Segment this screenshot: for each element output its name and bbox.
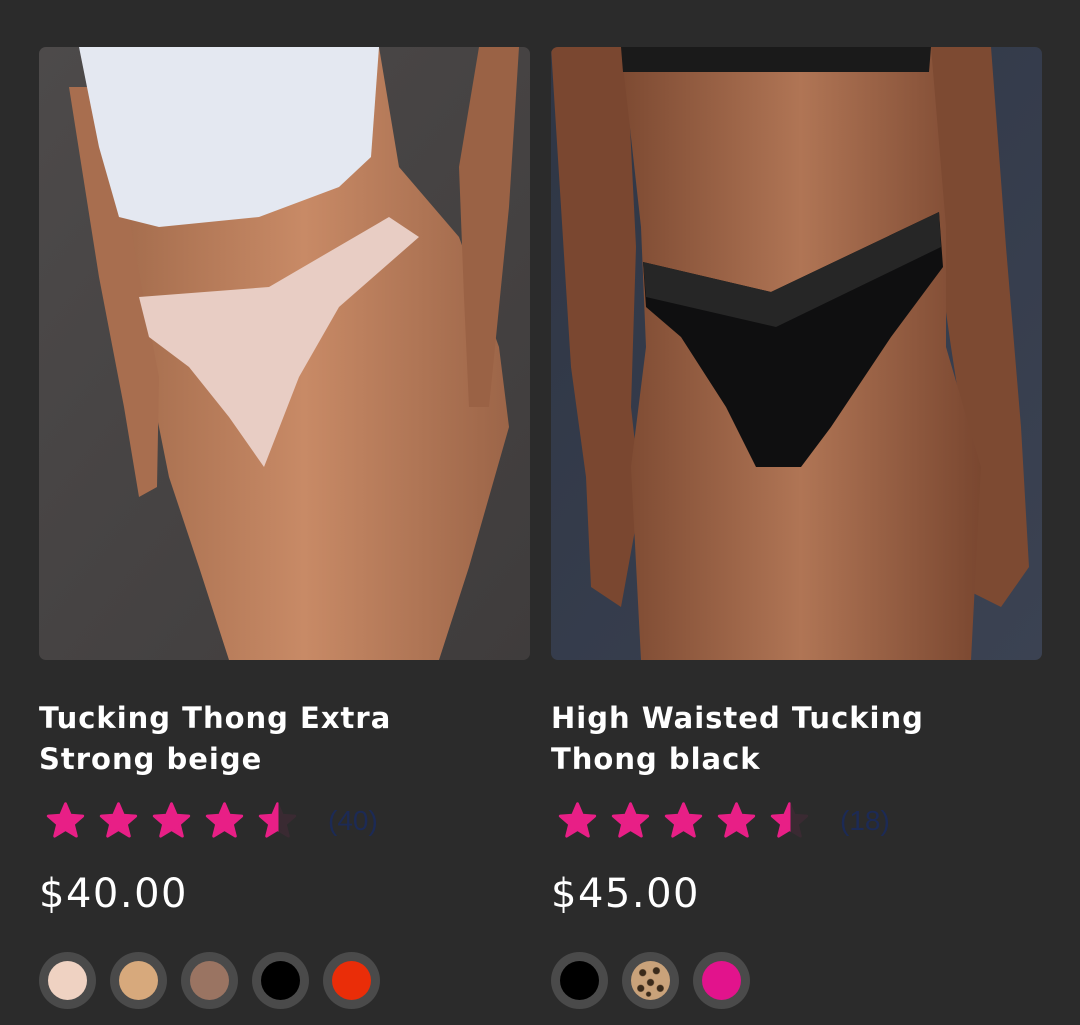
star-icon [664,801,703,838]
product-card[interactable]: Tucking Thong Extra Strong beige (40) $4… [39,47,530,1025]
product-grid: Tucking Thong Extra Strong beige (40) $4… [39,47,1042,1025]
star-icon [46,801,85,838]
star-rating [555,799,812,844]
review-count[interactable]: (40) [328,805,378,837]
swatch-pink[interactable] [693,952,750,1009]
swatch-black[interactable] [551,952,608,1009]
color-swatches [551,952,750,1009]
half-star-icon [258,801,297,838]
star-icon [99,801,138,838]
star-icon [717,801,756,838]
star-icon [611,801,650,838]
swatch-red[interactable] [323,952,380,1009]
rating: (18) [555,799,890,843]
half-star-icon [770,801,809,838]
star-icon [205,801,244,838]
swatch-brown[interactable] [181,952,238,1009]
swatch-beige[interactable] [39,952,96,1009]
price: $45.00 [551,871,700,917]
product-image[interactable] [39,47,530,660]
swatch-leopard[interactable] [622,952,679,1009]
rating: (40) [43,799,378,843]
star-rating [43,799,300,844]
product-title[interactable]: Tucking Thong Extra Strong beige [39,698,459,780]
product-card[interactable]: High Waisted Tucking Thong black (18) $4… [551,47,1042,1025]
price: $40.00 [39,871,188,917]
product-image[interactable] [551,47,1042,660]
color-swatches [39,952,380,1009]
product-title[interactable]: High Waisted Tucking Thong black [551,698,971,780]
star-icon [152,801,191,838]
swatch-black[interactable] [252,952,309,1009]
star-icon [558,801,597,838]
swatch-tan[interactable] [110,952,167,1009]
review-count[interactable]: (18) [840,805,890,837]
